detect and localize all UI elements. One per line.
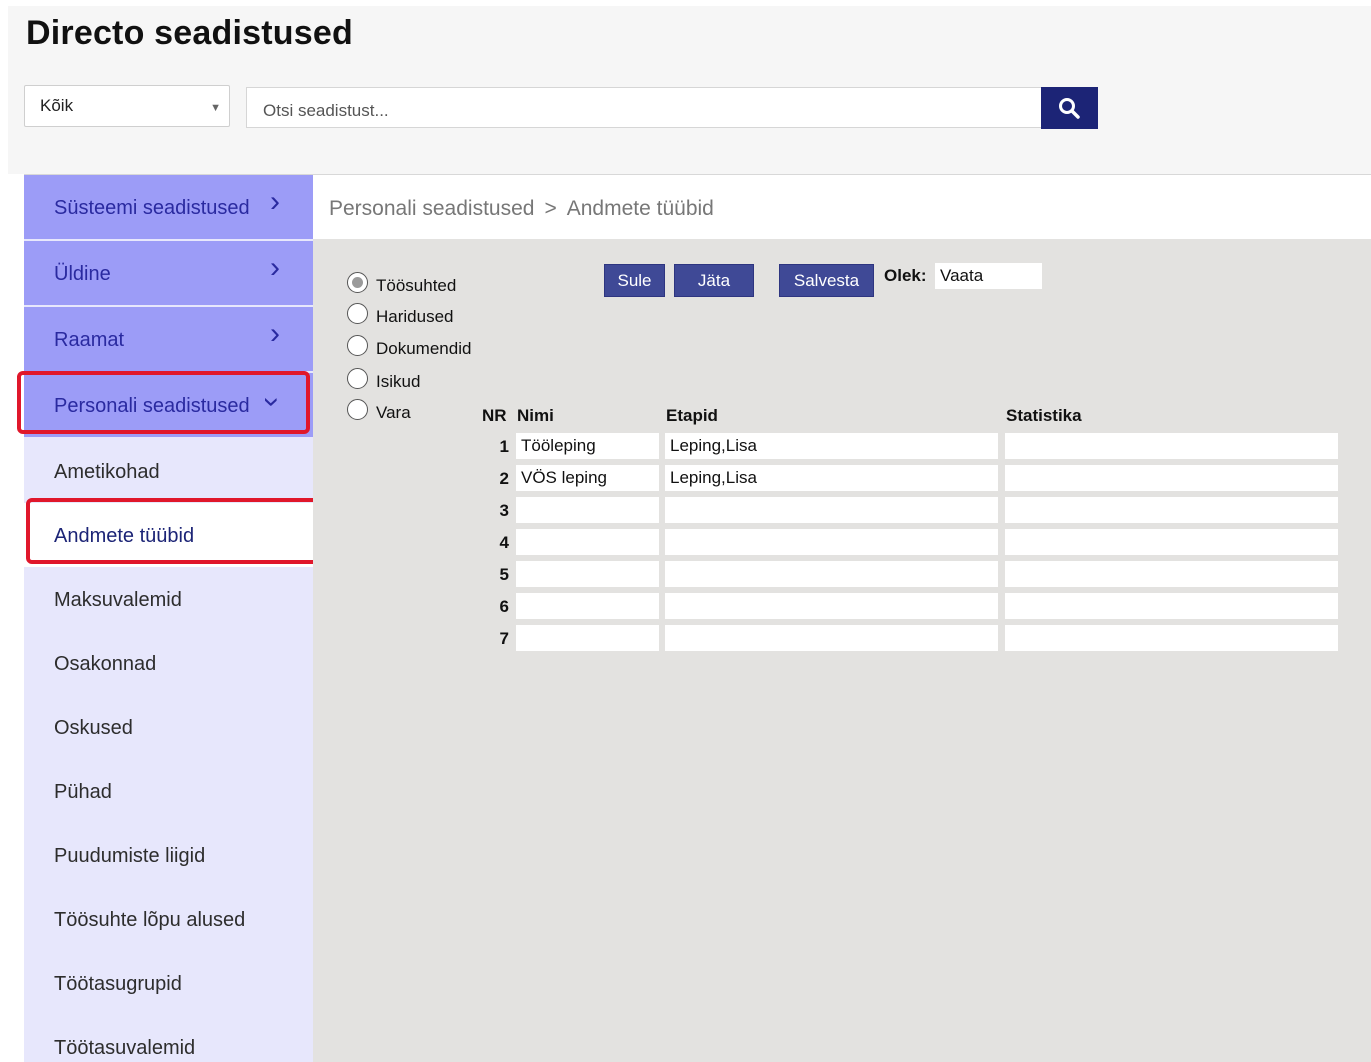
category-filter-select[interactable]: Kõik ▼ <box>24 85 230 127</box>
cell-stages[interactable] <box>665 529 998 555</box>
sidebar-group-label: Üldine <box>54 263 111 285</box>
chevron-down-icon: › <box>256 397 289 407</box>
cell-stats[interactable] <box>1005 593 1338 619</box>
row-number: 2 <box>499 469 509 488</box>
row-number: 4 <box>499 533 509 552</box>
cell-stats[interactable] <box>1005 529 1338 555</box>
radio-button[interactable] <box>347 303 368 324</box>
breadcrumb: Personali seadistused > Andmete tüübid <box>329 197 714 221</box>
sidebar-item-4[interactable]: Oskused <box>24 695 313 759</box>
sidebar-item-9[interactable]: Töötasuvalemid <box>24 1015 313 1062</box>
cell-stages[interactable] <box>665 497 998 523</box>
sidebar-group-2[interactable]: Raamat › <box>24 307 313 371</box>
filter-selected-value: Kõik <box>40 96 74 115</box>
cell-name[interactable] <box>516 561 659 587</box>
col-header-stages: Etapid <box>666 406 718 425</box>
sidebar-group-label: Personali seadistused <box>54 395 250 417</box>
sidebar-group-3[interactable]: Personali seadistused › <box>24 373 313 437</box>
cell-stats[interactable] <box>1005 465 1338 491</box>
sidebar-item-label: Osakonnad <box>54 653 157 675</box>
sidebar-item-label: Töösuhte lõpu alused <box>54 909 246 931</box>
sidebar-item-3[interactable]: Osakonnad <box>24 631 313 695</box>
page-title: Directo seadistused <box>26 14 353 52</box>
search-button[interactable] <box>1041 87 1098 129</box>
sidebar-item-label: Andmete tüübid <box>54 525 195 547</box>
chevron-right-icon: › <box>270 317 280 350</box>
close-button[interactable]: Sule <box>604 264 665 297</box>
sidebar-item-0[interactable]: Ametikohad <box>24 439 313 503</box>
sidebar-group-0[interactable]: Süsteemi seadistused › <box>24 175 313 239</box>
cell-stats[interactable] <box>1005 433 1338 459</box>
cell-stages[interactable]: Leping,Lisa <box>665 465 998 491</box>
sidebar-item-5[interactable]: Pühad <box>24 759 313 823</box>
status-value: Vaata <box>935 263 1042 289</box>
col-header-stats: Statistika <box>1006 406 1082 425</box>
row-number: 5 <box>499 565 509 584</box>
radio-label: Haridused <box>376 307 454 326</box>
skip-button[interactable]: Jäta <box>674 264 754 297</box>
sidebar-item-label: Töötasuvalemid <box>54 1037 196 1059</box>
sidebar-group-label: Süsteemi seadistused <box>54 197 250 219</box>
sidebar: Süsteemi seadistused › Üldine › Raamat › Perso… <box>24 175 313 1062</box>
sidebar-item-label: Maksuvalemid <box>54 589 182 611</box>
cell-name[interactable]: Tööleping <box>516 433 659 459</box>
cell-name[interactable] <box>516 593 659 619</box>
cell-name[interactable]: VÖS leping <box>516 465 659 491</box>
row-number: 3 <box>499 501 509 520</box>
cell-name[interactable] <box>516 625 659 651</box>
row-number: 7 <box>499 629 509 648</box>
sidebar-group-1[interactable]: Üldine › <box>24 241 313 305</box>
sidebar-item-label: Puudumiste liigid <box>54 845 206 867</box>
radio-label: Isikud <box>376 372 421 391</box>
sidebar-item-label: Pühad <box>54 781 112 803</box>
sidebar-item-1[interactable]: Andmete tüübid <box>24 503 313 567</box>
chevron-right-icon: › <box>270 185 280 218</box>
cell-name[interactable] <box>516 529 659 555</box>
sidebar-item-8[interactable]: Töötasugrupid <box>24 951 313 1015</box>
cell-stages[interactable]: Leping,Lisa <box>665 433 998 459</box>
radio-button[interactable] <box>347 335 368 356</box>
sidebar-item-label: Ametikohad <box>54 461 160 483</box>
sidebar-item-7[interactable]: Töösuhte lõpu alused <box>24 887 313 951</box>
cell-stats[interactable] <box>1005 561 1338 587</box>
main-header: Personali seadistused > Andmete tüübid <box>313 175 1371 239</box>
sidebar-item-6[interactable]: Puudumiste liigid <box>24 823 313 887</box>
radio-button[interactable] <box>347 368 368 389</box>
search-icon <box>1059 98 1080 119</box>
cell-stats[interactable] <box>1005 497 1338 523</box>
col-header-name: Nimi <box>517 406 554 425</box>
save-button[interactable]: Salvesta <box>779 264 874 297</box>
radio-label: Töösuhted <box>376 276 457 295</box>
breadcrumb-parent[interactable]: Personali seadistused <box>329 197 534 220</box>
row-number: 6 <box>499 597 509 616</box>
settings-search-input[interactable] <box>246 87 1041 128</box>
cell-stages[interactable] <box>665 625 998 651</box>
cell-stats[interactable] <box>1005 625 1338 651</box>
chevron-right-icon: › <box>270 251 280 284</box>
cell-stages[interactable] <box>665 561 998 587</box>
sidebar-item-label: Oskused <box>54 717 133 739</box>
radio-label: Vara <box>376 403 411 422</box>
cell-name[interactable] <box>516 497 659 523</box>
breadcrumb-separator: > <box>544 197 557 220</box>
radio-label: Dokumendid <box>376 339 472 358</box>
radio-button[interactable] <box>347 399 368 420</box>
caret-down-icon: ▼ <box>210 102 221 114</box>
row-number: 1 <box>499 437 509 456</box>
sidebar-item-label: Töötasugrupid <box>54 973 182 995</box>
radio-button[interactable] <box>347 272 368 293</box>
settings-page: Directo seadistused Kõik ▼ Süsteemi sead… <box>0 0 1371 1062</box>
cell-stages[interactable] <box>665 593 998 619</box>
sidebar-item-2[interactable]: Maksuvalemid <box>24 567 313 631</box>
sidebar-group-label: Raamat <box>54 329 125 351</box>
breadcrumb-current: Andmete tüübid <box>566 197 714 220</box>
col-header-nr: NR <box>482 406 507 425</box>
status-label: Olek: <box>884 266 927 285</box>
main-content: Töösuhted Haridused Dokumendid Isikud Vara S… <box>313 239 1371 1062</box>
